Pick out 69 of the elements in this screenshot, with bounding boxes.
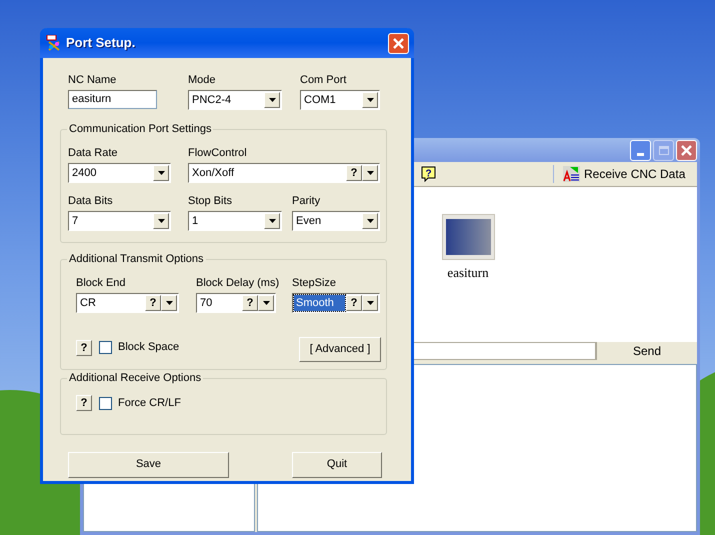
app-icon [46,35,62,51]
dropdown-field[interactable]: 7 [68,211,171,231]
help-button[interactable]: ? [346,295,362,311]
caret-icon [262,301,270,305]
checkbox[interactable] [99,341,112,354]
advanced-button[interactable]: [ Advanced ] [299,337,381,362]
dialog-button[interactable]: Quit [292,452,382,478]
dropdown-field[interactable]: COM1 [300,90,380,110]
caret-icon [158,219,164,223]
field-label: NC Name [68,73,118,87]
machine-item[interactable]: easiturn [438,214,498,342]
field-label: Block Delay (ms) [196,276,276,290]
checkbox-label: Force CR/LF [118,396,181,411]
help-button[interactable]: ? [76,395,92,412]
field-label: Com Port [300,73,348,87]
close-button[interactable] [676,140,697,160]
dropdown-button[interactable] [362,92,378,108]
caret-icon [268,98,276,102]
text-field[interactable]: easiturn [68,90,157,109]
dropdown-field[interactable]: 2400 [68,163,171,183]
dropdown-button[interactable] [362,213,378,229]
receive-button[interactable]: Receive CNC Data [561,164,688,184]
dropdown-button[interactable] [264,92,280,108]
help-button[interactable]: ? [76,340,92,356]
field-label: Parity [292,194,322,208]
checkbox-label: Block Space [118,340,180,356]
close-icon [681,144,692,156]
dropdown-button[interactable] [362,295,378,311]
dropdown-field[interactable]: PNC2-4 [188,90,282,110]
caret-icon [268,219,276,223]
dropdown-button[interactable] [153,213,169,229]
checkbox[interactable] [99,396,112,410]
dropdown-button[interactable] [362,165,378,181]
dropdown-button[interactable] [258,295,274,311]
field-label: Block End [76,276,127,290]
dropdown-button[interactable] [264,213,280,229]
group-title: Additional Transmit Options [68,252,205,266]
dialog-title: Port Setup. [66,34,136,52]
dropdown-field[interactable]: CR ? [76,293,179,313]
caret-icon [158,171,164,175]
help-button[interactable]: ? [145,295,161,311]
dialog-button[interactable]: Save [68,452,229,478]
field-label: Data Rate [68,146,119,160]
dropdown-field[interactable]: 1 [188,211,282,231]
dropdown-field[interactable]: Xon/Xoff ? [188,163,380,183]
help-button[interactable]: ? [346,165,362,181]
receive-data-icon [563,166,580,182]
photo-placeholder [442,214,494,260]
dropdown-field[interactable]: Smooth ? [292,293,380,313]
caret-icon [366,171,374,175]
field-label: StepSize [292,276,338,290]
caret-icon [166,301,172,305]
close-button[interactable] [388,32,409,54]
field-label: Mode [188,73,217,87]
close-icon [393,38,404,48]
caret-icon [366,301,374,305]
group-title: Communication Port Settings [68,122,212,136]
group-title: Additional Receive Options [68,371,202,385]
minimize-button[interactable] [630,140,651,160]
dropdown-button[interactable] [153,165,169,181]
field-label: Data Bits [68,194,114,208]
dropdown-field[interactable]: 70 ? [196,293,276,313]
dropdown-button[interactable] [161,295,177,311]
field-label: Stop Bits [188,194,234,208]
dropdown-field[interactable]: Even [292,211,380,231]
help-button[interactable]: ? [242,295,258,311]
caret-icon [366,98,374,102]
caret-icon [366,219,374,223]
field-label: FlowControl [188,146,248,160]
